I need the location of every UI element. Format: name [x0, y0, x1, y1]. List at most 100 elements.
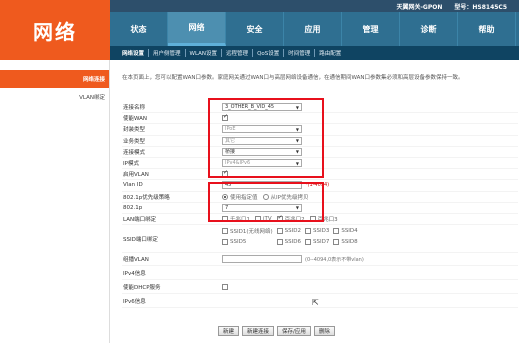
gateway-name: 天翼网关-GPON	[396, 3, 443, 11]
row-multicast-vlan: 组播VLAN (0--4094,0表示不带vlan)	[122, 253, 518, 267]
service-value: 其它	[225, 138, 236, 145]
ssid1-label: SSID1(无线网络)	[230, 229, 273, 236]
dhcp-checkbox[interactable]	[222, 283, 228, 290]
ssid6-checkbox[interactable]	[276, 239, 283, 246]
new-button[interactable]: 新建	[218, 326, 240, 336]
subnav-routing[interactable]: 路由配置	[315, 49, 345, 57]
chevron-down-icon: ▼	[295, 126, 299, 132]
subnav-network-settings[interactable]: 网络设置	[118, 49, 150, 57]
ssid8-checkbox[interactable]	[333, 239, 340, 246]
ip-mode-label: IP模式	[123, 161, 139, 168]
sidebar-item-vlan-binding[interactable]: VLAN绑定	[0, 88, 109, 106]
subnav-user-side[interactable]: 用户侧管理	[149, 49, 186, 57]
nav-status[interactable]: 状态	[110, 12, 168, 46]
p8021-copy-ip-radio[interactable]	[262, 193, 269, 200]
ssid-grid: SSID1(无线网络) SSID2 SSID3 SSID4 SSID5 SSID…	[222, 227, 358, 246]
vlan-id-input[interactable]: 45	[222, 181, 302, 190]
nav-management[interactable]: 管理	[342, 12, 400, 46]
nav-diagnostics[interactable]: 诊断	[400, 12, 458, 46]
save-apply-button[interactable]: 保存/应用	[277, 326, 311, 336]
multicast-vlan-hint: (0--4094,0表示不带vlan)	[305, 256, 364, 263]
mode-value: 桥接	[225, 149, 236, 156]
nav-network[interactable]: 网络	[168, 12, 226, 46]
row-service: 业务类型 其它 ▼	[122, 136, 518, 147]
ssid7-checkbox[interactable]	[304, 239, 311, 246]
lan-port3-checkbox[interactable]	[309, 215, 316, 222]
p8021-value: 7	[225, 204, 229, 211]
chevron-down-icon: ▼	[295, 160, 299, 166]
subnav-time[interactable]: 时间管理	[284, 49, 316, 57]
conn-name-value: 3_OTHER_B_VID_45	[225, 104, 275, 111]
nav-application[interactable]: 应用	[284, 12, 342, 46]
row-dhcp: 使能DHCP服务	[122, 280, 518, 295]
ssid6-label: SSID6	[284, 239, 301, 246]
ssid-bind-label: SSID端口绑定	[123, 237, 158, 244]
lan-port1-label: 千兆口1	[230, 216, 250, 223]
ssid8-label: SSID8	[341, 239, 358, 246]
p8021-opt1-label: 使用指定值	[230, 194, 258, 201]
conn-name-select[interactable]: 3_OTHER_B_VID_45 ▼	[222, 103, 302, 112]
row-use-wan: 使能WAN	[122, 113, 518, 125]
lan-port2-label: 百兆口2	[284, 216, 305, 223]
lan-itv-checkbox[interactable]	[255, 215, 261, 222]
wan-config-form: 连接名称 3_OTHER_B_VID_45▼ 使能WAN 封装类型 IPoE▼ …	[122, 102, 518, 309]
row-ipv4-info: IPv4信息	[122, 266, 518, 281]
chevron-down-icon: ▼	[295, 205, 299, 211]
mode-select[interactable]: 桥接 ▼	[222, 147, 302, 156]
ssid1-checkbox[interactable]	[222, 228, 228, 235]
vlan-enable-checkbox[interactable]	[222, 169, 228, 178]
row-lan-bind: LAN端口绑定 千兆口1 iTV 百兆口2 百兆口3	[122, 214, 518, 226]
subnav-qos[interactable]: QoS设置	[253, 49, 285, 57]
sub-navigation: 网络设置 用户侧管理 WLAN设置 远程管理 QoS设置 时间管理 路由配置	[110, 46, 519, 60]
ssid2-checkbox[interactable]	[276, 228, 283, 235]
use-wan-label: 使能WAN	[123, 116, 148, 123]
lan-bind-label: LAN端口绑定	[123, 216, 157, 223]
delete-button[interactable]: 删除	[313, 326, 335, 336]
p8021-select[interactable]: 7 ▼	[222, 203, 302, 212]
vlan-id-hint: *(1-4094)	[305, 182, 330, 189]
row-8021p: 802.1p 7 ▼	[122, 203, 518, 214]
use-wan-checkbox[interactable]	[222, 113, 228, 122]
ssid3-label: SSID3	[312, 228, 330, 235]
row-vlan-id: Vlan ID 45 *(1-4094)	[122, 180, 518, 192]
lan-port2-checkbox[interactable]	[276, 214, 283, 222]
chevron-down-icon: ▼	[295, 138, 299, 144]
sidebar-item-network-connection[interactable]: 网络连接	[0, 70, 109, 88]
mouse-cursor-icon: ⇱	[312, 298, 319, 307]
row-conn-name: 连接名称 3_OTHER_B_VID_45 ▼	[122, 102, 518, 114]
multicast-vlan-input[interactable]	[222, 255, 302, 264]
row-vlan-enable: 启用VLAN	[122, 169, 518, 181]
lan-port3-label: 百兆口3	[317, 216, 338, 223]
nav-security[interactable]: 安全	[226, 12, 284, 46]
encap-select[interactable]: IPoE ▼	[222, 125, 302, 134]
action-buttons: 新建 新建连接 保存/应用 删除	[218, 326, 335, 336]
ssid4-checkbox[interactable]	[333, 228, 340, 235]
row-ssid-bind: SSID端口绑定 SSID1(无线网络) SSID2 SSID3 SSID4 S…	[122, 225, 518, 254]
subnav-wlan[interactable]: WLAN设置	[186, 49, 223, 57]
vlan-id-label: Vlan ID	[123, 182, 143, 189]
ip-mode-select[interactable]: IPv4&IPv6 ▼	[222, 159, 302, 168]
mode-label: 连接模式	[123, 149, 146, 156]
subnav-remote-mgmt[interactable]: 远程管理	[222, 49, 254, 57]
p8021-label: 802.1p	[123, 204, 143, 211]
ssid4-label: SSID4	[341, 228, 358, 235]
new-connection-button[interactable]: 新建连接	[242, 326, 275, 336]
device-model: 型号：HS8145C5	[454, 3, 507, 11]
encap-label: 封装类型	[123, 127, 146, 134]
page-description: 在本页面上，您可以配置WAN口参数。家庭网关通过WAN口与高层网络设备通信，在通…	[122, 75, 464, 81]
p8021-use-specified-radio[interactable]	[222, 193, 228, 200]
row-encap: 封装类型 IPoE ▼	[122, 124, 518, 136]
row-ipv6-info: IPv6信息	[122, 294, 518, 309]
chevron-down-icon: ▼	[295, 104, 299, 110]
ssid3-checkbox[interactable]	[304, 228, 311, 235]
chevron-down-icon: ▼	[295, 149, 299, 155]
service-select[interactable]: 其它 ▼	[222, 136, 302, 145]
p8021-opt2-label: 从IP优先级拷贝	[270, 194, 309, 201]
lan-port1-checkbox[interactable]	[222, 215, 228, 222]
main-navigation: 状态 网络 安全 应用 管理 诊断 帮助	[110, 12, 519, 46]
ip-mode-value: IPv4&IPv6	[225, 160, 251, 167]
vlan-enable-label: 启用VLAN	[123, 172, 149, 179]
ssid5-checkbox[interactable]	[222, 239, 228, 246]
nav-help[interactable]: 帮助	[458, 12, 516, 46]
dhcp-label: 使能DHCP服务	[123, 284, 161, 291]
